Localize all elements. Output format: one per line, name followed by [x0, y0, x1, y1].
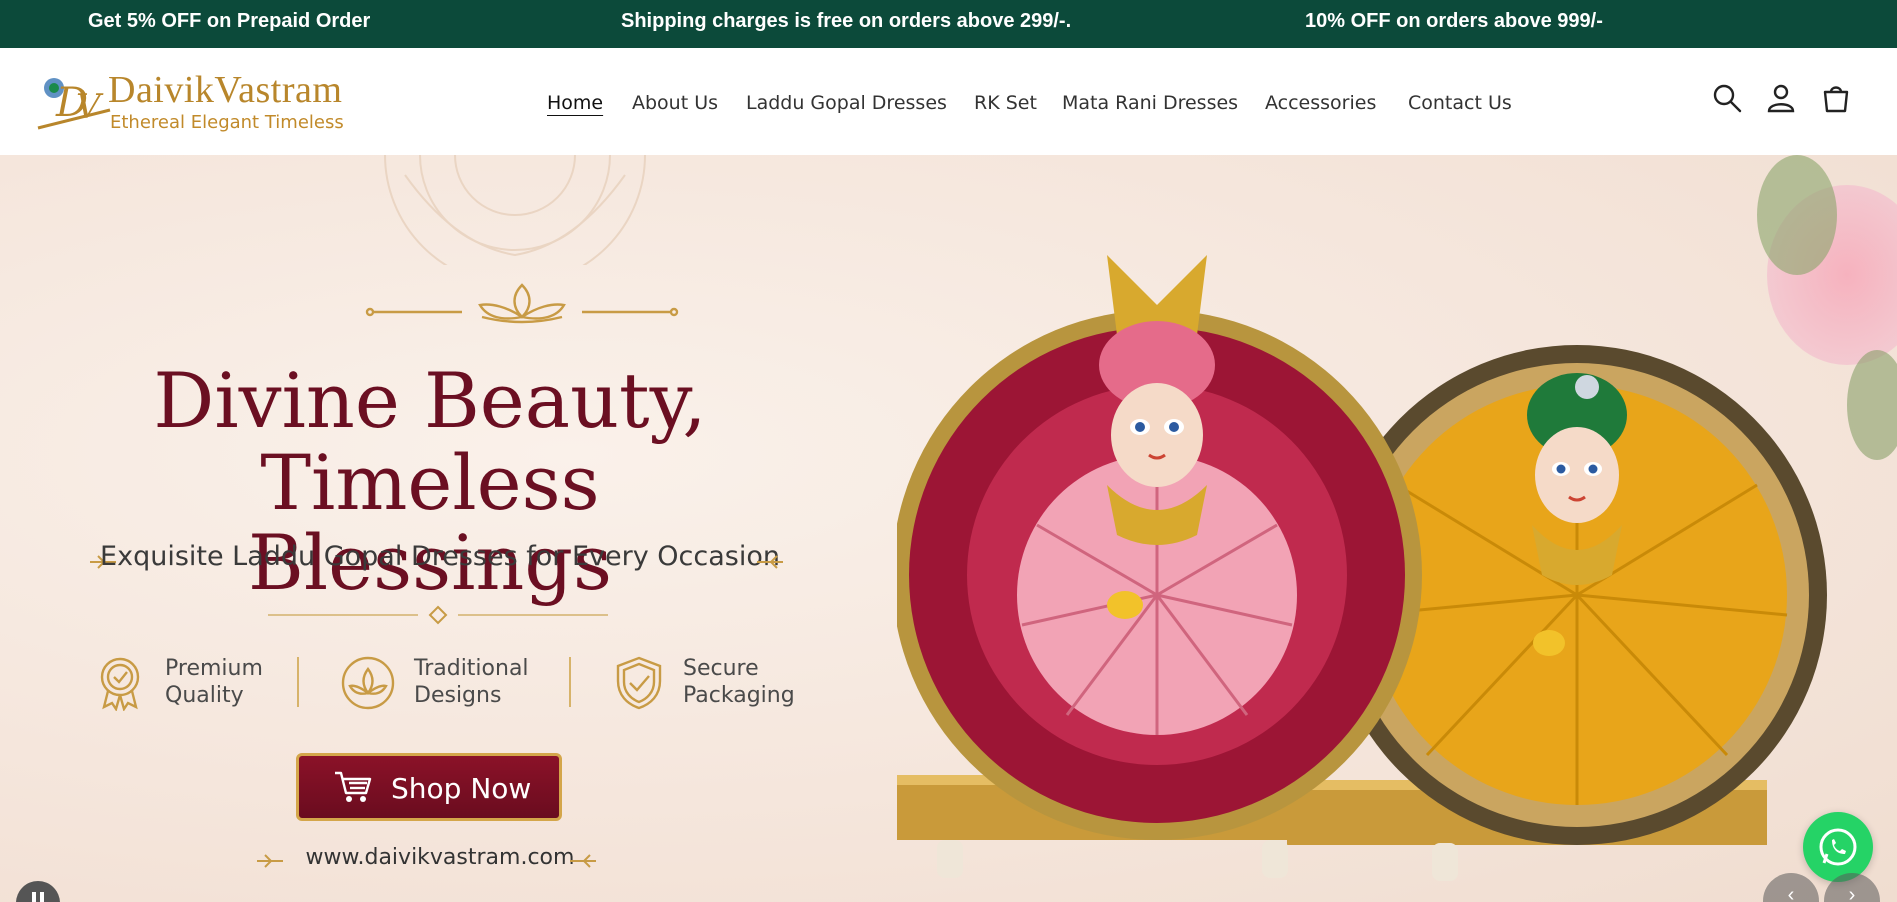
account-icon[interactable] — [1765, 82, 1797, 114]
lotus-ornament-icon — [365, 283, 679, 324]
nav-about-us[interactable]: About Us — [632, 92, 718, 114]
feature-secure-line2: Packaging — [683, 683, 795, 708]
cart-icon — [335, 771, 372, 802]
shield-check-icon — [616, 656, 662, 710]
nav-accessories[interactable]: Accessories — [1265, 92, 1376, 114]
announcement-shipping: Shipping charges is free on orders above… — [621, 10, 1072, 32]
nav-home[interactable]: Home — [547, 92, 603, 114]
search-icon[interactable] — [1711, 82, 1743, 114]
hero-title-line2: Timeless Blessings — [247, 438, 613, 607]
feature-divider — [569, 657, 571, 707]
feature-traditional-line1: Traditional — [414, 656, 529, 681]
chevron-right-icon: › — [1848, 884, 1856, 902]
cart-icon[interactable] — [1820, 82, 1852, 114]
hero-banner: Divine Beauty, Timeless Blessings Exquis… — [0, 155, 1897, 902]
nav-rk-set[interactable]: RK Set — [974, 92, 1037, 114]
logo-monogram: D V — [37, 78, 111, 130]
logo-title: DaivikVastram — [108, 69, 343, 111]
nav-contact-us[interactable]: Contact Us — [1408, 92, 1512, 114]
feature-premium-quality: Premium Quality — [165, 655, 263, 709]
slideshow-pause-button[interactable] — [16, 881, 60, 902]
hero-subtitle: Exquisite Laddu Gopal Dresses for Every … — [100, 541, 780, 572]
site-header: D V DaivikVastram Ethereal Elegant Timel… — [0, 48, 1897, 155]
ornament-right-icon — [570, 854, 596, 868]
chevron-left-icon: ‹ — [1787, 884, 1795, 902]
shop-now-button[interactable]: Shop Now — [296, 753, 562, 821]
website-url: www.daivikvastram.com — [305, 845, 575, 870]
feature-premium-line2: Quality — [165, 683, 244, 708]
nav-mata-rani-dresses[interactable]: Mata Rani Dresses — [1062, 92, 1238, 114]
announcement-prepaid: Get 5% OFF on Prepaid Order — [88, 10, 371, 32]
hero-title-line1: Divine Beauty, — [153, 356, 707, 445]
pause-icon — [32, 892, 44, 902]
ornament-right-icon — [757, 555, 783, 569]
lotus-icon — [341, 656, 395, 710]
svg-text:V: V — [76, 87, 104, 127]
announcement-discount: 10% OFF on orders above 999/- — [1305, 10, 1603, 32]
diamond-divider — [268, 605, 608, 625]
feature-traditional-line2: Designs — [414, 683, 502, 708]
whatsapp-chat-button[interactable] — [1803, 812, 1873, 882]
announcement-bar: Get 5% OFF on Prepaid Order Shipping cha… — [0, 0, 1897, 48]
award-badge-icon — [100, 657, 140, 711]
feature-divider — [297, 657, 299, 707]
whatsapp-icon — [1819, 828, 1857, 866]
feature-premium-line1: Premium — [165, 656, 263, 681]
nav-laddu-gopal-dresses[interactable]: Laddu Gopal Dresses — [746, 92, 947, 114]
logo-tagline: Ethereal Elegant Timeless — [110, 112, 344, 133]
logo[interactable]: D V DaivikVastram Ethereal Elegant Timel… — [36, 66, 356, 138]
feature-secure-packaging: Secure Packaging — [683, 655, 795, 709]
mandala-decoration — [384, 155, 646, 265]
laddu-gopal-product-image — [897, 155, 1897, 881]
shop-now-label: Shop Now — [391, 772, 532, 805]
feature-traditional-designs: Traditional Designs — [414, 655, 529, 709]
feature-secure-line1: Secure — [683, 656, 759, 681]
